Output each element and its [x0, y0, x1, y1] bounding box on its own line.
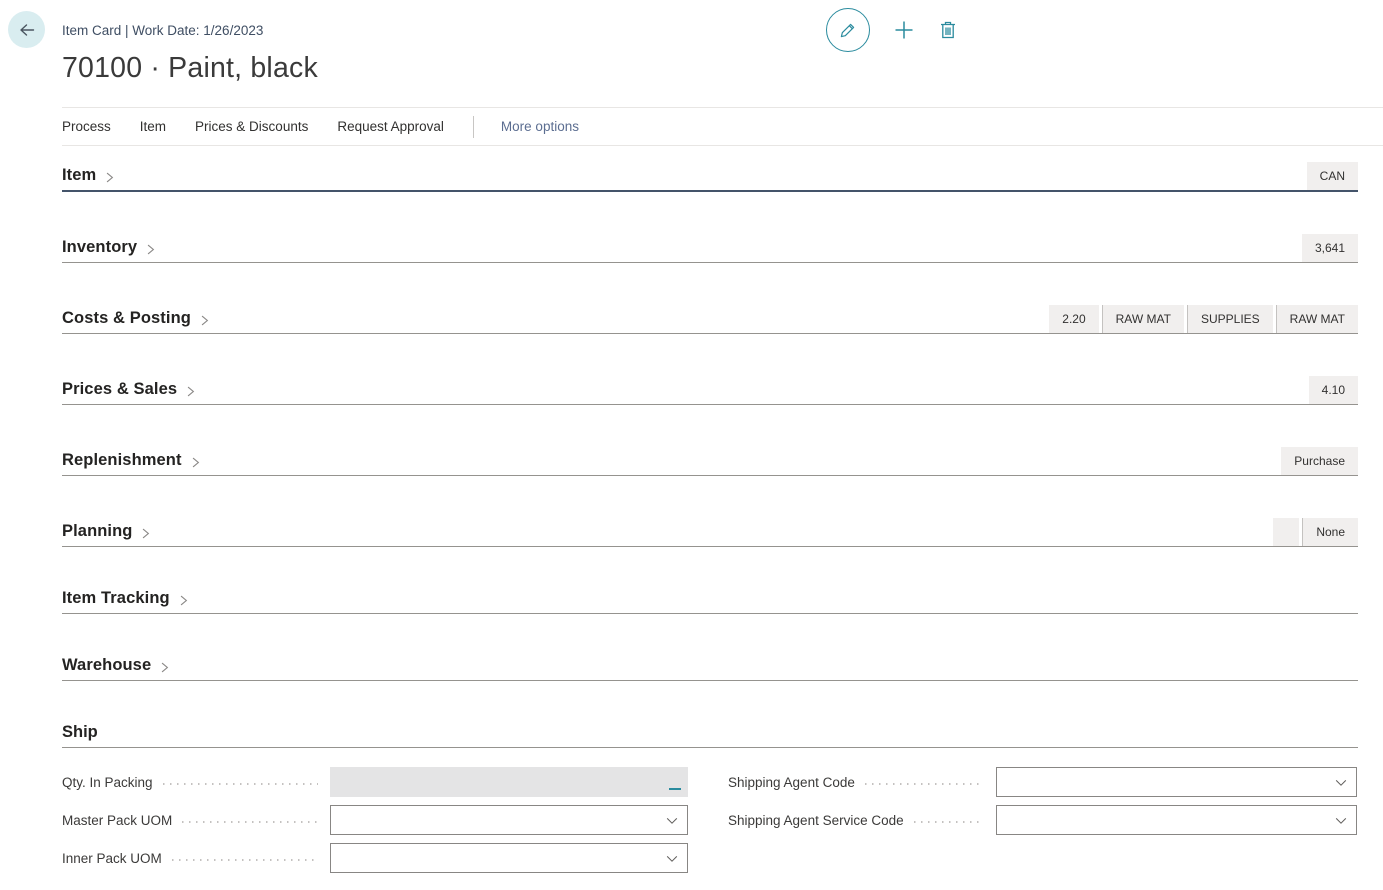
summary-badges: 2.20RAW MATSUPPLIESRAW MAT	[1049, 305, 1358, 333]
chevron-right-icon	[177, 594, 190, 607]
ship-column-right: Shipping Agent Code Shipping Agent Servi…	[728, 767, 1357, 881]
summary-badges: None	[1273, 518, 1358, 546]
fasttab-header-costs-posting[interactable]: Costs & Posting 2.20RAW MATSUPPLIESRAW M…	[62, 305, 1358, 334]
fasttab-title: Item	[62, 166, 96, 185]
chevron-right-icon	[189, 456, 202, 469]
field-row-inner-pack-uom: Inner Pack UOM	[62, 843, 688, 873]
summary-badges: Purchase	[1281, 447, 1358, 475]
summary-badge: 4.10	[1309, 376, 1358, 404]
summary-badges: CAN	[1307, 162, 1358, 190]
trash-icon	[938, 19, 958, 41]
chevron-right-icon	[184, 385, 197, 398]
fasttab-header-prices-sales[interactable]: Prices & Sales 4.10	[62, 376, 1358, 405]
summary-badges: 4.10	[1309, 376, 1358, 404]
master-pack-uom-dropdown[interactable]	[330, 805, 688, 835]
chevron-down-icon	[1334, 776, 1348, 795]
inner-pack-uom-dropdown[interactable]	[330, 843, 688, 873]
chevron-right-icon	[103, 171, 116, 184]
ship-section-title: Ship	[62, 723, 98, 741]
ship-section-header[interactable]: Ship	[62, 723, 1358, 748]
fasttab-list: Item CAN Inventory 3,641 Costs & Posting…	[62, 162, 1358, 681]
field-label: Inner Pack UOM	[62, 851, 162, 866]
dotted-leader	[163, 783, 318, 785]
back-button[interactable]	[8, 11, 45, 48]
arrow-left-icon	[17, 20, 37, 40]
delete-button[interactable]	[938, 19, 958, 41]
summary-badge: CAN	[1307, 162, 1358, 190]
chevron-right-icon	[139, 527, 152, 540]
field-row-qty-in-packing: Qty. In Packing	[62, 767, 688, 797]
summary-badges: 3,641	[1302, 234, 1358, 262]
summary-badge: None	[1302, 518, 1358, 546]
fasttab-header-item[interactable]: Item CAN	[62, 162, 1358, 192]
action-menu: Process Item Prices & Discounts Request …	[62, 107, 1383, 146]
chevron-right-icon	[158, 661, 171, 674]
fasttab-title: Costs & Posting	[62, 309, 191, 328]
fasttab-title: Prices & Sales	[62, 380, 177, 399]
fasttab-title: Planning	[62, 522, 132, 541]
field-label: Shipping Agent Service Code	[728, 813, 904, 828]
field-row-master-pack-uom: Master Pack UOM	[62, 805, 688, 835]
menu-item-prices-discounts[interactable]: Prices & Discounts	[195, 119, 308, 134]
summary-badge	[1273, 518, 1299, 546]
chevron-down-icon	[665, 852, 679, 871]
fasttab-header-planning[interactable]: Planning None	[62, 518, 1358, 547]
field-row-shipping-agent-code: Shipping Agent Code	[728, 767, 1357, 797]
text-cursor	[669, 788, 681, 790]
shipping-agent-code-dropdown[interactable]	[996, 767, 1357, 797]
dotted-leader	[914, 821, 984, 823]
fasttab-header-warehouse[interactable]: Warehouse	[62, 656, 1358, 681]
edit-button[interactable]	[826, 8, 870, 52]
fasttab-title: Replenishment	[62, 451, 182, 470]
chevron-down-icon	[1334, 814, 1348, 833]
shipping-agent-service-code-dropdown[interactable]	[996, 805, 1357, 835]
more-options-button[interactable]: More options	[501, 119, 579, 134]
summary-badge: 3,641	[1302, 234, 1358, 262]
pencil-icon	[838, 20, 858, 40]
dotted-leader	[172, 859, 318, 861]
summary-badge: 2.20	[1049, 305, 1098, 333]
menu-item-request-approval[interactable]: Request Approval	[337, 119, 444, 134]
dotted-leader	[865, 783, 984, 785]
qty-in-packing-input[interactable]	[330, 767, 688, 797]
summary-badge: SUPPLIES	[1187, 305, 1273, 333]
plus-icon	[892, 18, 916, 42]
fasttab-title: Warehouse	[62, 656, 151, 675]
page-title: 70100 · Paint, black	[62, 52, 318, 85]
fasttab-title: Inventory	[62, 238, 137, 257]
fasttab-title: Item Tracking	[62, 589, 170, 608]
fasttab-header-inventory[interactable]: Inventory 3,641	[62, 234, 1358, 263]
chevron-right-icon	[198, 314, 211, 327]
summary-badge: Purchase	[1281, 447, 1358, 475]
summary-badge: RAW MAT	[1276, 305, 1358, 333]
menu-divider	[473, 116, 474, 138]
menu-item-process[interactable]: Process	[62, 119, 111, 134]
new-button[interactable]	[892, 18, 916, 42]
field-label: Qty. In Packing	[62, 775, 153, 790]
ship-fields: Qty. In Packing Master Pack UOM Inner Pa…	[62, 767, 1357, 881]
chevron-down-icon	[665, 814, 679, 833]
field-row-shipping-agent-service-code: Shipping Agent Service Code	[728, 805, 1357, 835]
dotted-leader	[182, 821, 318, 823]
menu-item-item[interactable]: Item	[140, 119, 166, 134]
card-toolbar	[826, 8, 958, 52]
fasttab-header-item-tracking[interactable]: Item Tracking	[62, 589, 1358, 614]
summary-badge: RAW MAT	[1102, 305, 1184, 333]
field-label: Master Pack UOM	[62, 813, 172, 828]
topbar: Item Card | Work Date: 1/26/2023 70100 ·…	[0, 0, 1383, 107]
field-label: Shipping Agent Code	[728, 775, 855, 790]
breadcrumb-caption: Item Card | Work Date: 1/26/2023	[62, 23, 263, 38]
chevron-right-icon	[144, 243, 157, 256]
fasttab-header-replenishment[interactable]: Replenishment Purchase	[62, 447, 1358, 476]
ship-column-left: Qty. In Packing Master Pack UOM Inner Pa…	[62, 767, 688, 881]
